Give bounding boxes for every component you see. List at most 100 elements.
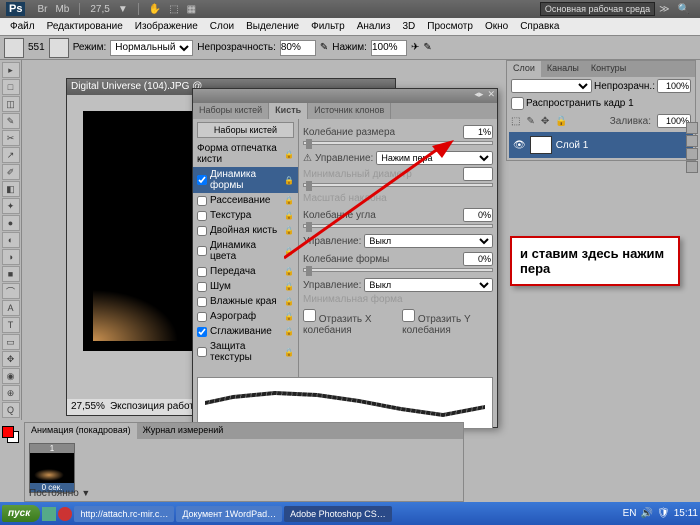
lock-pos-icon[interactable]: ✥ bbox=[541, 116, 549, 127]
brush-preset-icon[interactable] bbox=[49, 38, 69, 58]
flow-input[interactable] bbox=[371, 40, 407, 56]
flip-y-check[interactable]: Отразить Y колебания bbox=[402, 309, 493, 336]
menu-filter[interactable]: Фильтр bbox=[305, 19, 351, 34]
collapsed-panel-icon[interactable] bbox=[686, 148, 698, 160]
tool-lasso[interactable]: ◫ bbox=[2, 96, 20, 112]
min-diam-input[interactable] bbox=[463, 167, 493, 181]
menu-analysis[interactable]: Анализ bbox=[351, 19, 397, 34]
tab-layers[interactable]: Слои bbox=[507, 61, 541, 77]
mode-select[interactable]: Нормальный bbox=[110, 40, 193, 56]
layer-opacity-input[interactable] bbox=[657, 79, 691, 93]
brush-option-аэрограф[interactable]: Аэрограф🔒 bbox=[193, 309, 298, 324]
menu-file[interactable]: Файл bbox=[4, 19, 41, 34]
brush-option-двойная-кисть[interactable]: Двойная кисть🔒 bbox=[193, 223, 298, 238]
menu-help[interactable]: Справка bbox=[514, 19, 565, 34]
brush-option-сглаживание[interactable]: Сглаживание🔒 bbox=[193, 324, 298, 339]
min-diam-slider[interactable] bbox=[303, 183, 493, 187]
brush-option-рассеивание[interactable]: Рассеивание🔒 bbox=[193, 193, 298, 208]
collapsed-panel-icon[interactable] bbox=[686, 135, 698, 147]
menu-3d[interactable]: 3D bbox=[396, 19, 421, 34]
tool-eraser[interactable]: ◐ bbox=[2, 232, 20, 248]
menu-edit[interactable]: Редактирование bbox=[41, 19, 129, 34]
bridge-icon[interactable]: Br bbox=[37, 4, 47, 15]
tab-channels[interactable]: Каналы bbox=[541, 61, 585, 77]
collapsed-panel-icon[interactable] bbox=[686, 161, 698, 173]
tool-shape[interactable]: ✥ bbox=[2, 351, 20, 367]
task-photoshop[interactable]: Adobe Photoshop CS… bbox=[284, 506, 392, 522]
round-jitter-input[interactable] bbox=[463, 252, 493, 266]
panel-collapse-icon[interactable]: ◂▸ bbox=[474, 89, 483, 103]
quick-launch-icon[interactable] bbox=[42, 507, 56, 521]
lock-pix-icon[interactable]: ✎ bbox=[526, 116, 534, 127]
tool-eyedrop[interactable]: ↗ bbox=[2, 147, 20, 163]
tab-brush-presets[interactable]: Наборы кистей bbox=[193, 103, 269, 119]
brush-option-текстура[interactable]: Текстура🔒 bbox=[193, 208, 298, 223]
tool-gradient[interactable]: ◑ bbox=[2, 249, 20, 265]
lock-all-icon[interactable]: 🔒 bbox=[555, 116, 567, 127]
tab-animation[interactable]: Анимация (покадровая) bbox=[25, 423, 137, 439]
layer-thumb-icon[interactable] bbox=[530, 136, 552, 154]
round-jitter-slider[interactable] bbox=[303, 268, 493, 272]
tab-measure[interactable]: Журнал измерений bbox=[137, 423, 230, 439]
brush-option-защита-текстуры[interactable]: Защита текстуры🔒 bbox=[193, 339, 298, 365]
tablet-opacity-icon[interactable]: ✎ bbox=[320, 42, 328, 53]
tool-stamp[interactable]: ✦ bbox=[2, 198, 20, 214]
hand-icon[interactable]: ✋ bbox=[149, 4, 161, 15]
task-wordpad[interactable]: Документ 1WordPad… bbox=[176, 506, 282, 522]
start-button[interactable]: пуск bbox=[2, 505, 40, 522]
angle-jitter-slider[interactable] bbox=[303, 224, 493, 228]
propagate-check[interactable] bbox=[511, 97, 524, 110]
round-control-select[interactable]: Выкл bbox=[364, 278, 493, 292]
ps-logo-icon[interactable]: Ps bbox=[6, 2, 25, 16]
lang-indicator[interactable]: EN bbox=[623, 508, 637, 519]
tool-hand[interactable]: ⊕ bbox=[2, 385, 20, 401]
tool-type[interactable]: T bbox=[2, 317, 20, 333]
menu-select[interactable]: Выделение bbox=[240, 19, 305, 34]
loop-mode[interactable]: Постоянно bbox=[29, 488, 79, 499]
opacity-input[interactable] bbox=[280, 40, 316, 56]
blend-mode-select[interactable] bbox=[511, 79, 592, 93]
tool-dodge[interactable]: ⌒ bbox=[2, 283, 20, 299]
tool-history[interactable]: ● bbox=[2, 215, 20, 231]
tool-crop[interactable]: ✂ bbox=[2, 130, 20, 146]
tablet-size-icon[interactable]: ✎ bbox=[423, 42, 431, 53]
tool-path[interactable]: ▭ bbox=[2, 334, 20, 350]
brush-preview-icon[interactable] bbox=[4, 38, 24, 58]
brush-option-форма-отпечатка-кисти[interactable]: Форма отпечатка кисти🔒 bbox=[193, 141, 298, 167]
brush-option-шум[interactable]: Шум🔒 bbox=[193, 279, 298, 294]
brush-option-передача[interactable]: Передача🔒 bbox=[193, 264, 298, 279]
airbrush-icon[interactable]: ✈ bbox=[411, 42, 419, 53]
tool-pen[interactable]: A bbox=[2, 300, 20, 316]
panel-close-icon[interactable]: ✕ bbox=[487, 89, 495, 103]
layer-item[interactable]: 👁 Слой 1 bbox=[509, 132, 693, 158]
tray-icon[interactable]: 🔊 bbox=[641, 508, 653, 519]
tool-move[interactable]: ▸ bbox=[2, 62, 20, 78]
tool-blur[interactable]: ■ bbox=[2, 266, 20, 282]
tab-brush[interactable]: Кисть bbox=[269, 103, 308, 119]
tool-brush[interactable]: ◧ bbox=[2, 181, 20, 197]
search-icon[interactable]: 🔍 bbox=[678, 4, 690, 15]
tool-zoom[interactable]: Q bbox=[2, 402, 20, 418]
eye-icon[interactable]: 👁 bbox=[513, 140, 526, 151]
task-browser[interactable]: http://attach.rc-mir.c… bbox=[74, 506, 174, 522]
document-canvas[interactable] bbox=[83, 111, 203, 351]
menu-layers[interactable]: Слои bbox=[204, 19, 240, 34]
lock-trans-icon[interactable]: ⬚ bbox=[511, 116, 520, 127]
quick-launch-icon[interactable] bbox=[58, 507, 72, 521]
collapsed-panel-icon[interactable] bbox=[686, 122, 698, 134]
menu-view[interactable]: Просмотр bbox=[421, 19, 479, 34]
angle-jitter-input[interactable] bbox=[463, 208, 493, 222]
zoom-level[interactable]: 27,5 bbox=[90, 4, 109, 15]
tab-clone-source[interactable]: Источник клонов bbox=[308, 103, 391, 119]
workspace-chevron-icon[interactable]: ≫ bbox=[659, 4, 669, 15]
workspace-selector[interactable]: Основная рабочая среда bbox=[540, 2, 655, 16]
tool-wand[interactable]: ✎ bbox=[2, 113, 20, 129]
flip-x-check[interactable]: Отразить X колебания bbox=[303, 309, 394, 336]
size-jitter-input[interactable] bbox=[463, 125, 493, 139]
tool-heal[interactable]: ✐ bbox=[2, 164, 20, 180]
angle-control-select[interactable]: Выкл bbox=[364, 234, 493, 248]
color-swatch[interactable] bbox=[2, 426, 20, 444]
clock[interactable]: 15:11 bbox=[674, 508, 698, 519]
tab-paths[interactable]: Контуры bbox=[585, 61, 632, 77]
menu-image[interactable]: Изображение bbox=[129, 19, 204, 34]
